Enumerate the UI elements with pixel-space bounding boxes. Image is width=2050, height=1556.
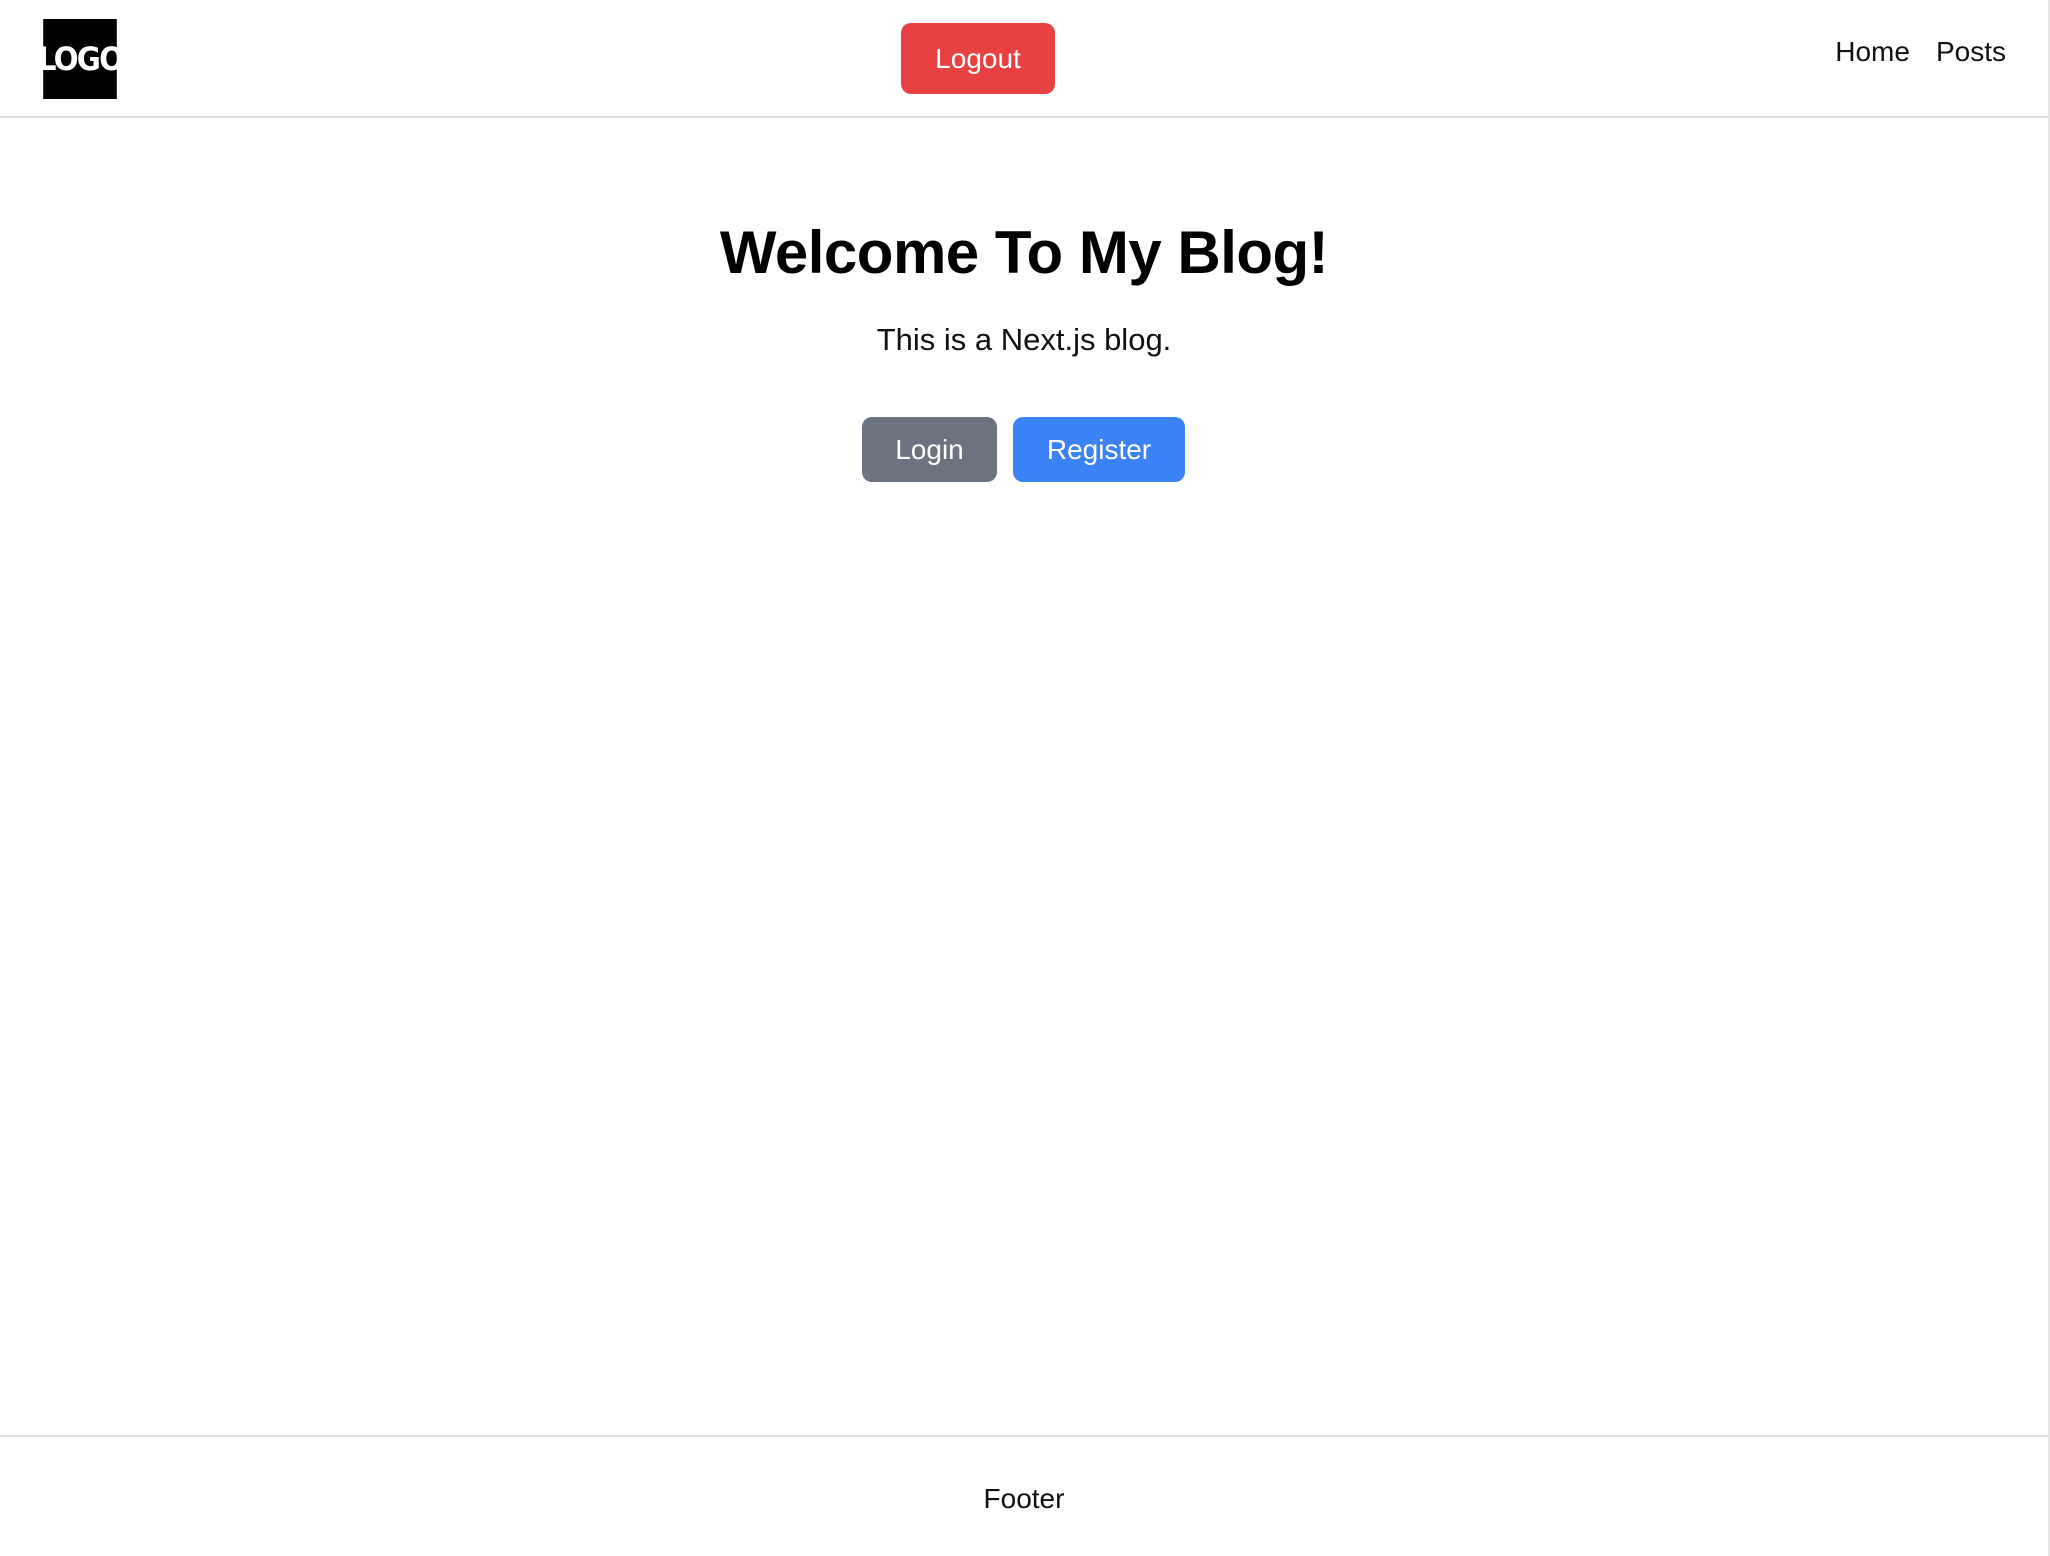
site-header: LOGO Logout Home Posts xyxy=(0,0,2048,118)
logout-button[interactable]: Logout xyxy=(901,23,1055,94)
logo[interactable]: LOGO xyxy=(38,19,124,99)
footer-text: Footer xyxy=(983,1483,1065,1514)
nav-link-posts[interactable]: Posts xyxy=(1936,36,2006,68)
page-subtitle: This is a Next.js blog. xyxy=(876,322,1172,357)
login-button[interactable]: Login xyxy=(862,417,997,482)
page-title: Welcome To My Blog! xyxy=(719,219,1329,286)
register-button[interactable]: Register xyxy=(1013,417,1185,482)
page: LOGO Logout Home Posts Welcome To My Blo… xyxy=(0,0,2050,1556)
main-nav: Home Posts xyxy=(1835,36,2006,68)
nav-link-home[interactable]: Home xyxy=(1835,36,1910,68)
site-footer: Footer xyxy=(0,1435,2048,1556)
